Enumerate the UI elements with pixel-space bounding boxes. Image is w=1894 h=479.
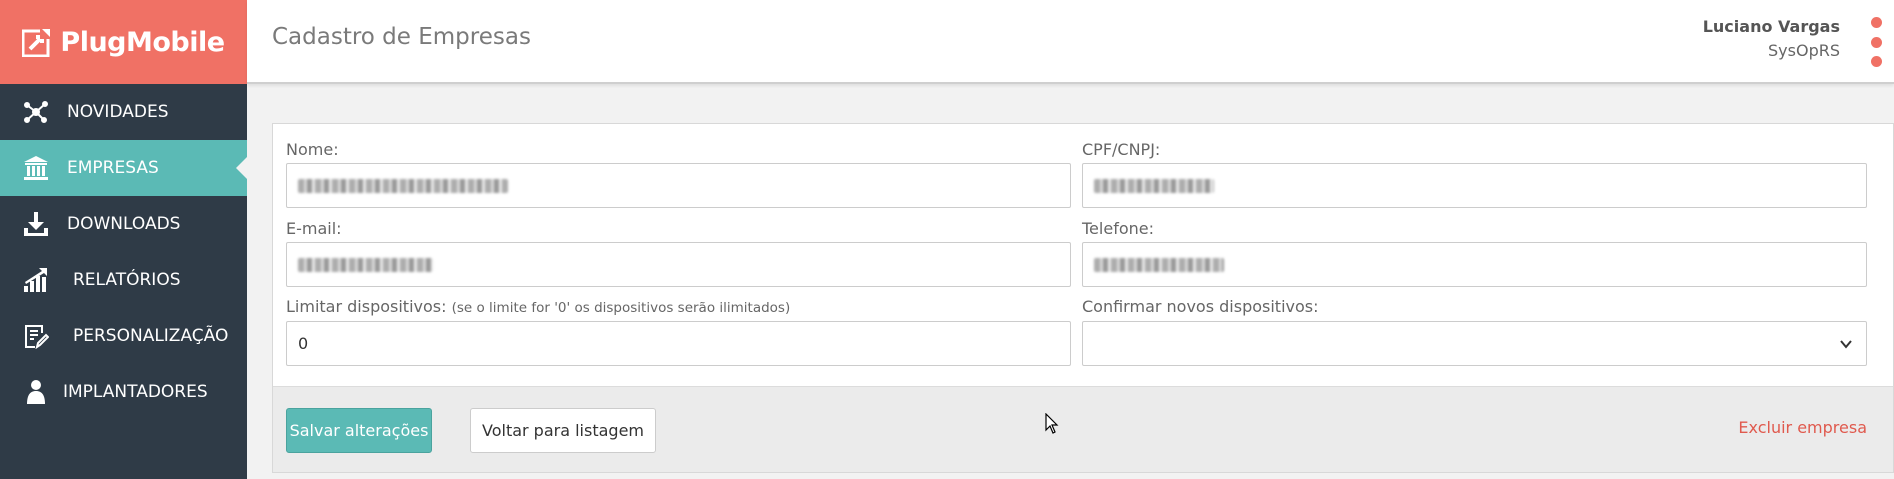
redacted-value (1094, 178, 1214, 193)
chevron-down-icon (1840, 340, 1852, 349)
sidebar: PlugMobile NOVIDADES EMPRESAS DOWNLOADS (0, 0, 248, 479)
sidebar-item-label: PERSONALIZAÇÃO (73, 326, 229, 346)
telefone-input[interactable] (1082, 242, 1867, 287)
redacted-value (298, 178, 508, 193)
redacted-value (298, 257, 433, 272)
nome-input[interactable] (286, 163, 1071, 208)
top-header: Cadastro de Empresas Luciano Vargas SysO… (247, 0, 1894, 84)
back-to-list-button[interactable]: Voltar para listagem (470, 408, 656, 453)
sidebar-item-label: RELATÓRIOS (73, 270, 181, 290)
sidebar-item-label: EMPRESAS (67, 158, 159, 178)
limitar-dispositivos-hint: (se o limite for '0' os dispositivos ser… (451, 300, 791, 316)
nome-label: Nome: (286, 140, 339, 159)
confirmar-dispositivos-select[interactable] (1082, 321, 1867, 366)
sidebar-item-novidades[interactable]: NOVIDADES (0, 84, 247, 140)
limitar-dispositivos-value: 0 (298, 334, 309, 353)
sidebar-item-implantadores[interactable]: IMPLANTADORES (0, 364, 247, 420)
download-icon (22, 210, 50, 238)
confirmar-dispositivos-label: Confirmar novos dispositivos: (1082, 297, 1319, 316)
limitar-dispositivos-label: Limitar dispositivos: (se o limite for '… (286, 297, 790, 316)
chart-bars-icon (22, 266, 50, 294)
sidebar-item-label: NOVIDADES (67, 102, 169, 122)
form-fields: Nome: CPF/CNPJ: E-mail: Telefone: Limita… (273, 124, 1893, 386)
user-name: Luciano Vargas (1702, 17, 1840, 36)
sidebar-item-downloads[interactable]: DOWNLOADS (0, 196, 247, 252)
user-organization: SysOpRS (1768, 41, 1840, 60)
sidebar-item-label: IMPLANTADORES (63, 382, 208, 402)
email-label: E-mail: (286, 219, 342, 238)
person-icon (22, 378, 50, 406)
document-edit-icon (22, 322, 50, 350)
plug-logo-icon (22, 27, 53, 57)
network-icon (22, 98, 50, 126)
brand-name: PlugMobile (60, 26, 225, 58)
sidebar-item-empresas[interactable]: EMPRESAS (0, 140, 248, 196)
sidebar-item-relatorios[interactable]: RELATÓRIOS (0, 252, 247, 308)
form-actions: Salvar alterações Voltar para listagem E… (273, 386, 1893, 472)
sidebar-item-personalizacao[interactable]: PERSONALIZAÇÃO (0, 308, 247, 364)
page-title: Cadastro de Empresas (272, 24, 531, 50)
user-info[interactable]: Luciano Vargas SysOpRS (1703, 17, 1840, 60)
limitar-dispositivos-label-text: Limitar dispositivos: (286, 297, 447, 316)
email-input[interactable] (286, 242, 1071, 287)
brand-logo[interactable]: PlugMobile (0, 0, 247, 84)
cpf-cnpj-input[interactable] (1082, 163, 1867, 208)
more-options-icon[interactable] (1868, 17, 1884, 67)
telefone-label: Telefone: (1082, 219, 1154, 238)
redacted-value (1094, 257, 1224, 272)
mouse-cursor-icon (1045, 413, 1059, 434)
company-form-card: Nome: CPF/CNPJ: E-mail: Telefone: Limita… (272, 123, 1894, 473)
bank-icon (22, 154, 50, 182)
limitar-dispositivos-input[interactable]: 0 (286, 321, 1071, 366)
save-button[interactable]: Salvar alterações (286, 408, 432, 453)
delete-company-link[interactable]: Excluir empresa (1738, 418, 1867, 437)
sidebar-item-label: DOWNLOADS (67, 214, 181, 234)
cpf-cnpj-label: CPF/CNPJ: (1082, 140, 1161, 159)
